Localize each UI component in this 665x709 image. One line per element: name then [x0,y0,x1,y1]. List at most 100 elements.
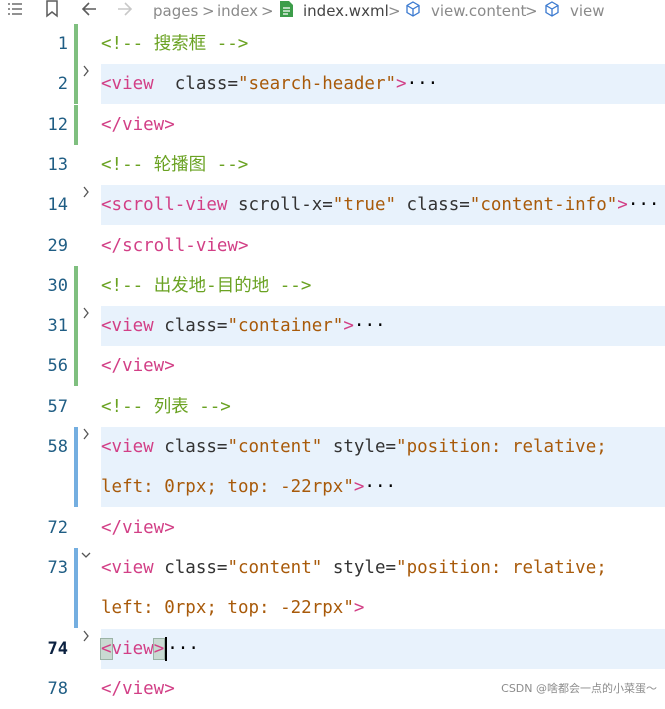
fold-ellipsis[interactable]: ··· [407,74,439,94]
code-token: 搜索框 [153,34,207,54]
code-text: <!-- 列表 --> [101,387,231,427]
code-text: <view class="container">··· [101,306,386,346]
breadcrumb-separator: > [388,2,401,20]
code-token: view [111,638,154,659]
fold-ellipsis[interactable]: ··· [364,477,396,497]
code-token: </scroll-view> [101,235,249,256]
git-modified-marker [74,467,78,508]
code-line[interactable]: 57 <!-- 列表 --> [0,387,665,427]
breadcrumb-pages[interactable]: pages [153,1,198,21]
code-token: left: 0rpx; top: -22rpx" [101,477,354,498]
line-number: 56 [47,356,68,377]
code-token: --> [206,154,249,175]
code-text: left: 0rpx; top: -22rpx">··· [101,467,396,507]
code-token: </view> [101,356,175,377]
code-token: left: 0rpx; top: -22rpx" [101,598,354,619]
code-token: <!-- [101,275,154,296]
element-cube-icon [406,1,420,17]
code-text: </view> [101,346,175,386]
code-token: "true" [332,195,397,216]
code-line[interactable]: left: 0rpx; top: -22rpx">··· [0,467,665,508]
breadcrumb-file[interactable]: index.wxml [303,1,389,21]
fold-ellipsis[interactable]: ··· [354,316,386,336]
code-line[interactable]: 58 <view class="content" style="position:… [0,427,665,467]
git-added-marker [74,24,78,64]
line-number: 57 [47,396,68,417]
code-token: "search-header" [237,74,397,95]
code-line[interactable]: 13 <!-- 轮播图 --> [0,145,665,185]
code-line[interactable]: 12 </view> [0,104,665,145]
bookmark-icon[interactable] [45,0,59,18]
code-text: </scroll-view> [101,226,249,266]
breadcrumb-separator: > [261,2,274,20]
code-token: > [353,598,365,619]
code-line[interactable]: 56 </view> [0,346,665,387]
code-line[interactable]: 73 <view class="content" style="position:… [0,547,665,588]
code-token: <!-- [101,396,154,417]
line-number: 73 [47,557,68,578]
code-text: <view class="content" style="position: r… [101,427,607,467]
code-line[interactable]: 30 <!-- 出发地-目的地 --> [0,265,665,306]
git-added-marker [74,265,78,306]
git-modified-marker [74,427,78,467]
code-text: <scroll-view scroll-x="true" class="cont… [101,185,659,225]
breadcrumb-separator: > [525,2,538,20]
code-token: "position: relative; [396,437,607,457]
back-arrow-icon[interactable] [80,0,98,18]
forward-arrow-icon[interactable] [116,0,134,18]
code-token: "content" [227,557,323,578]
code-token: </view> [101,678,175,699]
bracket-match: < [100,637,113,660]
code-token: > [343,316,354,337]
code-token: class= [153,316,228,337]
code-token: 轮播图 [153,154,207,175]
code-token: class= [153,557,228,578]
chevron-down-icon[interactable] [80,548,92,562]
code-text: </view> [101,669,175,709]
code-line[interactable]: 2 <view class="search-header">··· [0,64,665,105]
line-number: 29 [47,235,68,256]
code-token: class= [396,195,470,216]
breadcrumb-node-view[interactable]: view [570,1,605,21]
code-line[interactable]: 29 </scroll-view> [0,226,665,266]
line-number: 12 [47,114,68,135]
breadcrumb-node-view-content[interactable]: view.content [431,1,526,21]
code-token: <view [101,74,154,95]
chevron-right-icon[interactable] [80,185,92,199]
code-token: --> [188,396,231,417]
code-text: </view> [101,508,175,548]
code-token: <view [101,316,154,337]
chevron-right-icon[interactable] [80,427,92,441]
code-line[interactable]: 72 </view> [0,508,665,548]
line-number: 72 [47,517,68,538]
git-modified-marker [74,547,78,588]
breadcrumb: pages > index > index.wxml > view.conten… [0,0,665,22]
code-line[interactable]: 1 <!-- 搜索框 --> [0,24,665,64]
code-token: 出发地-目的地 [153,275,270,296]
git-added-marker [74,306,78,347]
code-text: </view> [101,105,175,145]
line-number: 78 [47,678,68,699]
code-text: <!-- 出发地-目的地 --> [101,266,311,306]
code-token: > [617,195,628,216]
code-line[interactable]: 14 <scroll-view scroll-x="true" class="co… [0,185,665,226]
chevron-right-icon[interactable] [80,306,92,320]
code-line[interactable]: left: 0rpx; top: -22rpx"> [0,588,665,629]
code-token: style= [322,437,397,457]
line-number: 2 [57,74,68,95]
code-token: </view> [101,114,175,135]
chevron-right-icon[interactable] [80,64,92,78]
code-line[interactable]: 31 <view class="container">··· [0,306,665,347]
fold-ellipsis[interactable]: ··· [628,195,660,215]
code-text: <view class="content" style="position: r… [101,548,607,588]
code-token: --> [269,275,312,296]
code-text: <!-- 搜索框 --> [101,24,248,64]
breadcrumb-index-folder[interactable]: index [217,1,258,21]
code-token: 列表 [153,396,189,417]
code-line[interactable]: 74 <view> ··· [0,628,665,669]
chevron-right-icon[interactable] [80,629,92,643]
list-icon[interactable] [6,0,24,18]
fold-ellipsis[interactable]: ··· [167,639,199,659]
line-number: 74 [47,638,68,659]
code-token: "position: relative; [396,557,607,578]
